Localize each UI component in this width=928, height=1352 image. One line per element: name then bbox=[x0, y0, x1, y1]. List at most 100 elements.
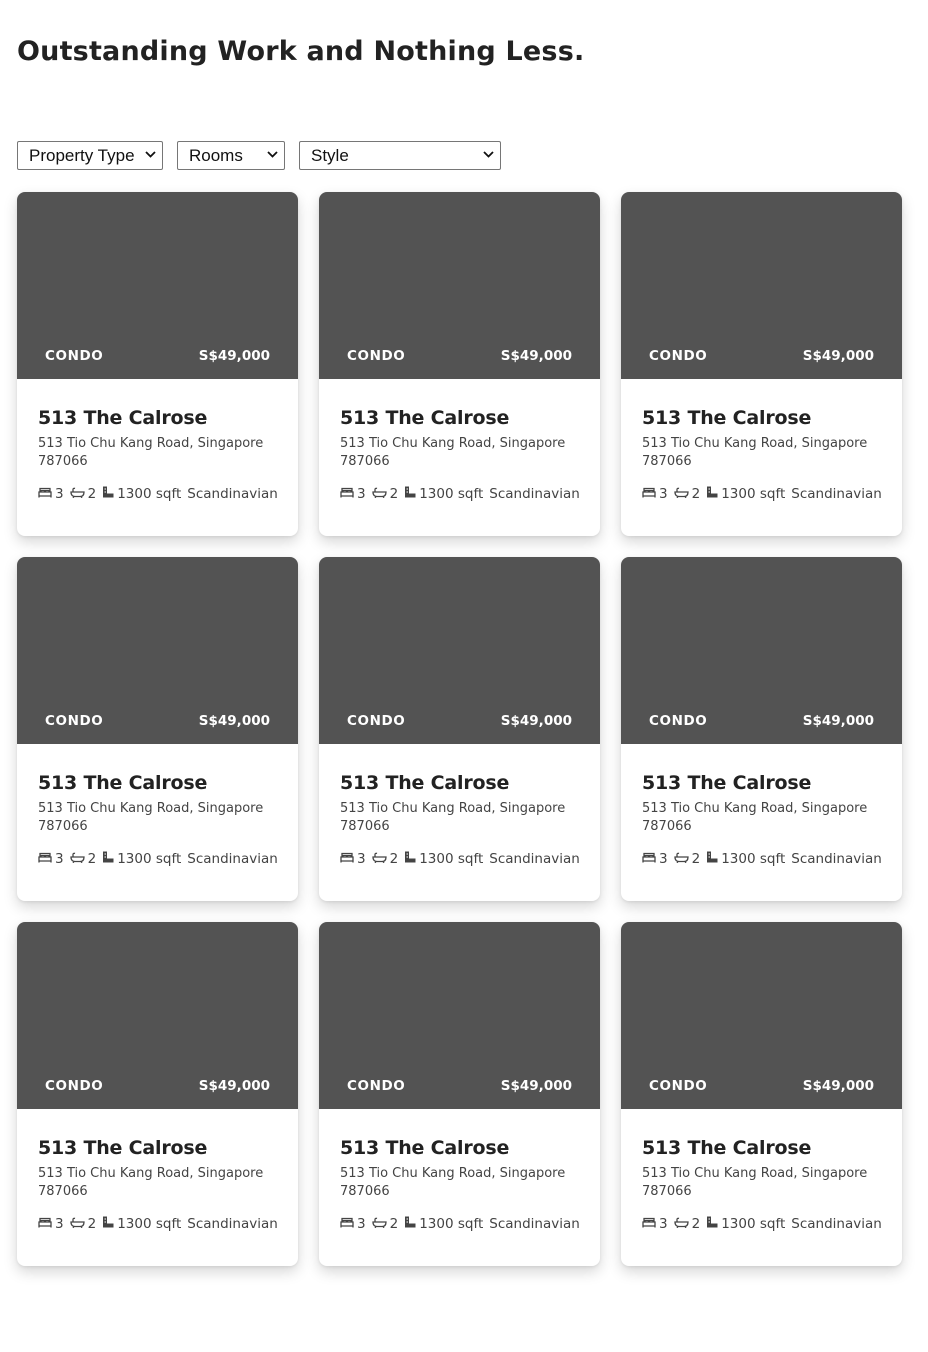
floor-area-icon bbox=[404, 851, 419, 867]
listing-image[interactable]: CONDO S$49,000 bbox=[319, 557, 600, 744]
bed-icon bbox=[38, 1216, 55, 1232]
bathtub-icon bbox=[673, 851, 692, 867]
bedrooms-stat: 3 bbox=[340, 486, 366, 502]
listing-image[interactable]: CONDO S$49,000 bbox=[17, 557, 298, 744]
property-type-select[interactable]: Property Type bbox=[17, 141, 163, 170]
floor-area-icon bbox=[404, 486, 419, 502]
listing-title[interactable]: 513 The Calrose bbox=[38, 407, 277, 429]
style-value: Scandinavian bbox=[791, 486, 882, 502]
bedrooms-value: 3 bbox=[55, 1216, 64, 1232]
page-title: Outstanding Work and Nothing Less. bbox=[17, 36, 585, 67]
listing-image[interactable]: CONDO S$49,000 bbox=[621, 557, 902, 744]
price-label: S$49,000 bbox=[198, 1078, 270, 1094]
price-label: S$49,000 bbox=[198, 348, 270, 364]
area-stat: 1300 sqft bbox=[102, 486, 181, 502]
bathtub-icon bbox=[371, 851, 390, 867]
listing-image[interactable]: CONDO S$49,000 bbox=[17, 922, 298, 1109]
property-type-select-label: Property Type bbox=[29, 145, 135, 165]
bathrooms-value: 2 bbox=[691, 1216, 701, 1232]
bedrooms-stat: 3 bbox=[642, 1216, 668, 1232]
listing-image[interactable]: CONDO S$49,000 bbox=[621, 192, 902, 379]
bedrooms-stat: 3 bbox=[340, 1216, 366, 1232]
filter-bar: Property Type Rooms Style bbox=[17, 141, 501, 170]
area-value: 1300 sqft bbox=[419, 486, 484, 502]
listing-stats: 3 2 1300 sqft Scandinavian bbox=[642, 851, 882, 867]
listing-stats: 3 2 1300 sqft Scandinavian bbox=[38, 1216, 278, 1232]
style-value: Scandinavian bbox=[791, 851, 882, 867]
property-type-label: CONDO bbox=[45, 1078, 104, 1094]
bathtub-icon bbox=[673, 486, 692, 502]
listing-image[interactable]: CONDO S$49,000 bbox=[319, 192, 600, 379]
listing-address: 513 Tio Chu Kang Road, Singapore 787066 bbox=[642, 436, 868, 469]
area-value: 1300 sqft bbox=[117, 486, 182, 502]
listing-card[interactable]: CONDO S$49,000 513 The Calrose 513 Tio C… bbox=[319, 922, 600, 1266]
listing-card[interactable]: CONDO S$49,000 513 The Calrose 513 Tio C… bbox=[17, 557, 298, 901]
property-type-label: CONDO bbox=[649, 1078, 708, 1094]
area-value: 1300 sqft bbox=[117, 1216, 182, 1232]
listing-title[interactable]: 513 The Calrose bbox=[642, 772, 881, 794]
area-value: 1300 sqft bbox=[419, 1216, 484, 1232]
bathrooms-stat: 2 bbox=[673, 486, 701, 502]
listing-address: 513 Tio Chu Kang Road, Singapore 787066 bbox=[340, 801, 566, 834]
property-type-label: CONDO bbox=[347, 1078, 406, 1094]
listing-title[interactable]: 513 The Calrose bbox=[340, 772, 579, 794]
area-value: 1300 sqft bbox=[721, 851, 786, 867]
chevron-down-icon bbox=[145, 150, 156, 161]
area-stat: 1300 sqft bbox=[102, 851, 181, 867]
bathtub-icon bbox=[69, 1216, 88, 1232]
listing-title[interactable]: 513 The Calrose bbox=[38, 772, 277, 794]
property-type-label: CONDO bbox=[347, 348, 406, 364]
style-value: Scandinavian bbox=[791, 1216, 882, 1232]
style-value: Scandinavian bbox=[489, 486, 580, 502]
bed-icon bbox=[340, 851, 357, 867]
bathrooms-value: 2 bbox=[691, 486, 701, 502]
bedrooms-value: 3 bbox=[659, 851, 668, 867]
listing-card[interactable]: CONDO S$49,000 513 The Calrose 513 Tio C… bbox=[319, 192, 600, 536]
property-type-label: CONDO bbox=[649, 348, 708, 364]
bed-icon bbox=[642, 851, 659, 867]
rooms-select-label: Rooms bbox=[189, 145, 243, 165]
bathtub-icon bbox=[69, 851, 88, 867]
listing-title[interactable]: 513 The Calrose bbox=[340, 1137, 579, 1159]
style-value: Scandinavian bbox=[187, 851, 278, 867]
listing-card[interactable]: CONDO S$49,000 513 The Calrose 513 Tio C… bbox=[17, 922, 298, 1266]
bathtub-icon bbox=[673, 1216, 692, 1232]
listing-card[interactable]: CONDO S$49,000 513 The Calrose 513 Tio C… bbox=[621, 192, 902, 536]
listing-image[interactable]: CONDO S$49,000 bbox=[319, 922, 600, 1109]
bathrooms-value: 2 bbox=[389, 1216, 399, 1232]
bathtub-icon bbox=[69, 486, 88, 502]
price-label: S$49,000 bbox=[500, 1078, 572, 1094]
listing-address: 513 Tio Chu Kang Road, Singapore 787066 bbox=[38, 801, 264, 834]
listing-address: 513 Tio Chu Kang Road, Singapore 787066 bbox=[340, 1166, 566, 1199]
listing-card[interactable]: CONDO S$49,000 513 The Calrose 513 Tio C… bbox=[621, 922, 902, 1266]
bed-icon bbox=[38, 486, 55, 502]
area-value: 1300 sqft bbox=[419, 851, 484, 867]
bathrooms-stat: 2 bbox=[371, 851, 398, 867]
property-type-label: CONDO bbox=[347, 713, 406, 729]
listing-stats: 3 2 1300 sqft Scandinavian bbox=[340, 1216, 580, 1232]
listing-title[interactable]: 513 The Calrose bbox=[38, 1137, 277, 1159]
listing-title[interactable]: 513 The Calrose bbox=[642, 1137, 881, 1159]
listing-stats: 3 2 1300 sqft Scandinavian bbox=[340, 851, 580, 867]
listing-card[interactable]: CONDO S$49,000 513 The Calrose 513 Tio C… bbox=[621, 557, 902, 901]
chevron-down-icon bbox=[483, 150, 494, 161]
style-value: Scandinavian bbox=[489, 1216, 580, 1232]
bathrooms-value: 2 bbox=[389, 486, 399, 502]
bathtub-icon bbox=[371, 486, 390, 502]
listing-image[interactable]: CONDO S$49,000 bbox=[17, 192, 298, 379]
listing-title[interactable]: 513 The Calrose bbox=[340, 407, 579, 429]
listing-address: 513 Tio Chu Kang Road, Singapore 787066 bbox=[642, 801, 868, 834]
bedrooms-value: 3 bbox=[357, 851, 366, 867]
bathrooms-stat: 2 bbox=[371, 1216, 399, 1232]
rooms-select[interactable]: Rooms bbox=[177, 141, 285, 170]
listing-stats: 3 2 1300 sqft Scandinavian bbox=[38, 486, 278, 502]
style-select[interactable]: Style bbox=[299, 141, 501, 170]
listing-image[interactable]: CONDO S$49,000 bbox=[621, 922, 902, 1109]
listing-card[interactable]: CONDO S$49,000 513 The Calrose 513 Tio C… bbox=[319, 557, 600, 901]
property-type-label: CONDO bbox=[45, 713, 104, 729]
bedrooms-value: 3 bbox=[659, 1216, 668, 1232]
listing-title[interactable]: 513 The Calrose bbox=[642, 407, 881, 429]
area-stat: 1300 sqft bbox=[706, 1216, 785, 1232]
style-select-label: Style bbox=[311, 145, 349, 165]
listing-card[interactable]: CONDO S$49,000 513 The Calrose 513 Tio C… bbox=[17, 192, 298, 536]
